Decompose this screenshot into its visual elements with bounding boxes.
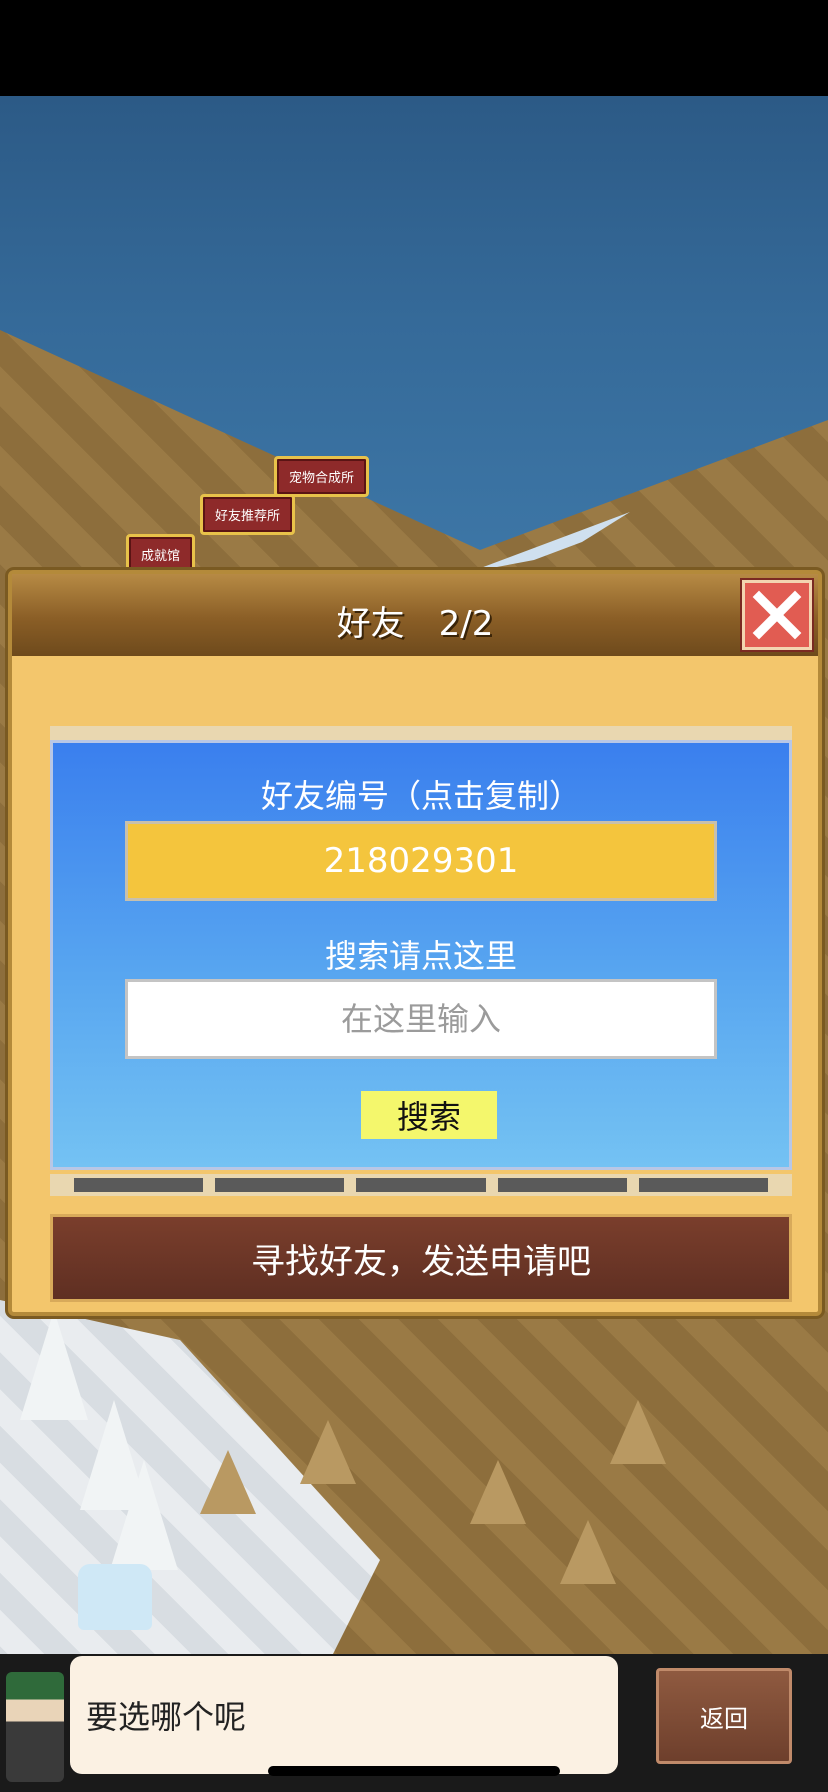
back-button[interactable]: 返回: [656, 1668, 792, 1764]
tab-strip: [50, 726, 792, 740]
guide-character-avatar: [6, 1672, 64, 1782]
prompt-speech-box: 要选哪个呢: [70, 1656, 618, 1774]
mountain: [300, 1420, 356, 1484]
close-button[interactable]: [742, 580, 812, 650]
friend-search-input[interactable]: [125, 979, 717, 1059]
building-label-achievement-hall[interactable]: 成就馆: [126, 534, 196, 575]
friends-dialog: 好友 2/2 好友编号（点击复制） 218029301 搜索请点这里 搜索 寻找…: [8, 570, 822, 1316]
building-label-friend-recommend[interactable]: 好友推荐所: [200, 494, 296, 535]
page-slot: [74, 1178, 204, 1192]
page-slot: [356, 1178, 486, 1192]
dialog-header: 好友 2/2: [12, 574, 818, 656]
friend-id-label: 好友编号（点击复制）: [260, 777, 581, 815]
friend-id-copy-field[interactable]: 218029301: [125, 821, 717, 901]
yeti-monster[interactable]: [78, 1564, 152, 1630]
friend-search-panel: 好友编号（点击复制） 218029301 搜索请点这里 搜索: [50, 740, 792, 1170]
page-slot: [215, 1178, 345, 1192]
mountain: [560, 1520, 616, 1584]
dialog-title: 好友 2/2: [336, 604, 494, 644]
find-friends-button[interactable]: 寻找好友，发送申请吧: [50, 1214, 792, 1302]
snow-tree: [110, 1460, 178, 1570]
snow-tree: [20, 1310, 88, 1420]
mountain: [610, 1400, 666, 1464]
building-label-pet-fusion[interactable]: 宠物合成所: [274, 456, 370, 497]
page-slot: [638, 1178, 769, 1192]
status-bar: [0, 0, 828, 96]
mountain: [470, 1460, 526, 1524]
page-slot: [497, 1178, 627, 1192]
page-indicator-strip: [50, 1174, 792, 1196]
mountain: [200, 1450, 256, 1514]
search-button[interactable]: 搜索: [361, 1091, 497, 1139]
search-label: 搜索请点这里: [324, 937, 517, 975]
home-indicator[interactable]: [268, 1766, 560, 1776]
close-x-icon: [752, 590, 802, 640]
